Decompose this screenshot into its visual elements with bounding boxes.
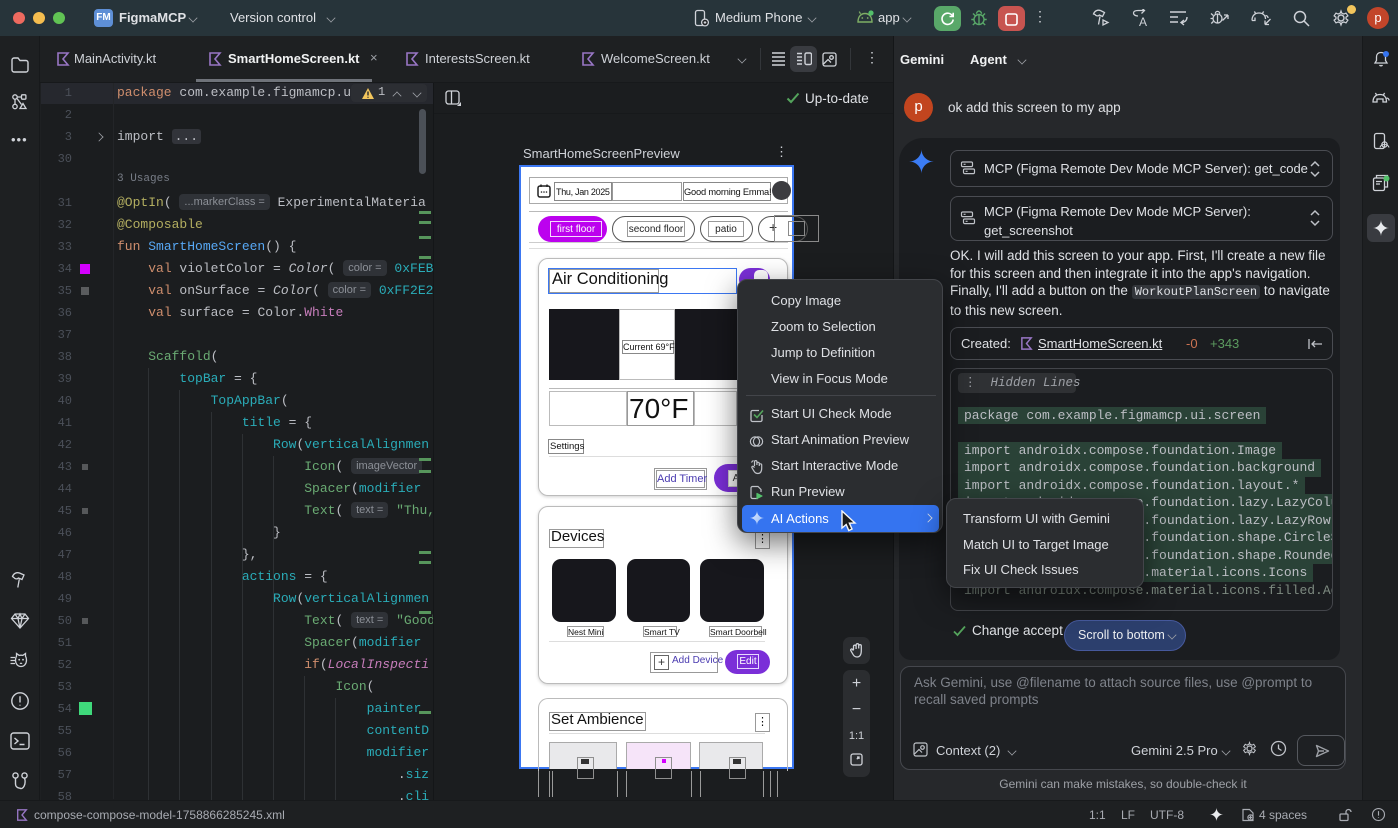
svg-text:A: A (1139, 15, 1147, 28)
